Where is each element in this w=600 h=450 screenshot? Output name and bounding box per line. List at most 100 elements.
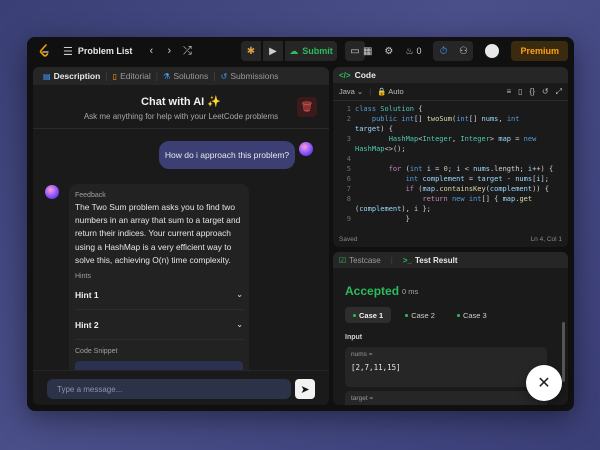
bug-icon: ✱	[246, 45, 256, 57]
pass-dot-icon	[405, 313, 409, 317]
code-line: HashMap <>();	[333, 145, 406, 155]
send-icon: ➤	[300, 383, 310, 396]
hint-label: Hint 2	[75, 319, 99, 330]
hints-label: Hints	[75, 273, 91, 281]
shuffle-icon[interactable]: ⤮	[178, 45, 196, 58]
tab-description[interactable]: ▤ Description	[38, 71, 105, 81]
case-tab-3[interactable]: Case 3	[449, 307, 495, 323]
case-label: Case 2	[411, 310, 435, 320]
timer-icon[interactable]: ⏱	[433, 46, 453, 57]
language-label: Java	[339, 87, 355, 96]
editor-tools: ≡ ▯ {} ↺ ⤢	[506, 87, 562, 97]
description-tabs: ▤ Description | ▯ Editorial | ⚗ Solution…	[33, 67, 329, 85]
code-line: target) {	[333, 125, 393, 135]
feedback-label: Feedback	[75, 192, 106, 199]
case-tab-2[interactable]: Case 2	[397, 307, 443, 323]
run-submit-group: ✱ ▶ ☁ Submit ▭	[241, 41, 365, 61]
tab-label: Description	[53, 71, 101, 81]
tab-divider: |	[390, 255, 393, 265]
tab-test-result[interactable]: >_ Test Result	[403, 256, 458, 265]
note-icon: ▭	[350, 45, 360, 57]
hint-2-toggle[interactable]: Hint 2 ⌄	[75, 310, 243, 341]
reset-icon[interactable]: ↺	[542, 87, 549, 97]
code-title: Code	[354, 70, 376, 80]
code-icon: </>	[339, 70, 351, 80]
add-user-icon[interactable]: ⚇	[453, 46, 473, 57]
submit-label: Submit	[302, 46, 333, 56]
chat-input-bar: ➤	[33, 370, 329, 405]
leetcode-logo-icon[interactable]	[37, 44, 51, 58]
document-icon: ▤	[43, 71, 51, 81]
run-button[interactable]: ▶	[263, 41, 283, 61]
code-line: 3 HashMap < Integer, Integer > map = new	[333, 135, 537, 145]
line-number: 1	[346, 105, 351, 113]
tab-submissions[interactable]: ↺ Submissions	[216, 71, 284, 81]
code-editor[interactable]: 1 class Solution { 2 public int[] twoSum(…	[333, 101, 568, 228]
save-status: Saved	[339, 235, 358, 243]
mode-label: Auto	[388, 87, 404, 96]
language-select[interactable]: Java ⌄	[339, 87, 363, 96]
tab-label: Solutions	[173, 71, 209, 81]
avatar[interactable]	[485, 44, 500, 58]
code-line: 5 for (int i = 0; i < nums .length; i ++) …	[333, 165, 553, 175]
clear-chat-button[interactable]: 🗑	[297, 97, 317, 117]
mode-toggle[interactable]: 🔒 Auto	[377, 87, 403, 96]
chat-header: Chat with AI ✨ Ask me anything for help …	[33, 87, 329, 129]
line-number: 7	[346, 185, 351, 193]
premium-button[interactable]: Premium	[511, 41, 568, 61]
gear-icon[interactable]: ⚙	[384, 46, 393, 57]
param-name: nums =	[351, 351, 373, 358]
param-name: target =	[351, 395, 374, 402]
input-label: Input	[345, 334, 363, 341]
message-input[interactable]	[47, 379, 291, 399]
user-message: How do i approach this problem?	[159, 141, 295, 169]
case-tab-1[interactable]: Case 1	[345, 307, 392, 323]
user-avatar	[299, 142, 313, 156]
line-number: 4	[346, 155, 351, 163]
submit-button[interactable]: ☁ Submit	[285, 41, 337, 61]
tab-testcase[interactable]: ☑ Testcase	[339, 256, 381, 265]
history-icon: ↺	[220, 71, 228, 81]
tab-editorial[interactable]: ▯ Editorial	[108, 71, 156, 81]
code-panel-header: </> Code	[333, 67, 568, 83]
case-tabs: Case 1 Case 2 Case 3	[345, 307, 495, 323]
code-line: 4	[333, 155, 355, 165]
tab-label: Submissions	[230, 71, 279, 81]
layout-icon[interactable]: ▦	[363, 46, 372, 57]
close-chat-button[interactable]: ✕	[526, 365, 562, 401]
list-icon[interactable]: ☰	[63, 45, 73, 58]
param-target: target =	[345, 391, 547, 405]
line-number: 3	[346, 135, 351, 143]
trash-icon: 🗑	[300, 101, 314, 113]
bookmark-icon[interactable]: ▯	[518, 87, 522, 97]
debug-button[interactable]: ✱	[241, 41, 261, 61]
code-line: 8 return new int[] { map. get	[333, 195, 532, 205]
code-line: 7 if (map. containsKey(complement)) {	[333, 185, 549, 195]
line-number: 2	[346, 115, 351, 123]
case-label: Case 3	[462, 310, 487, 320]
param-value: [2,7,11,15]	[351, 363, 401, 372]
format-icon[interactable]: ≡	[506, 87, 511, 97]
tab-label: Test Result	[414, 255, 458, 265]
flask-icon: ⚗	[163, 71, 171, 81]
scrollbar[interactable]	[562, 322, 565, 382]
next-problem-button[interactable]: ›	[160, 45, 178, 57]
send-button[interactable]: ➤	[295, 379, 315, 399]
hint-1-toggle[interactable]: Hint 1 ⌄	[75, 280, 243, 311]
line-number	[333, 125, 355, 135]
code-toolbar: Java ⌄ | 🔒 Auto ≡ ▯ {} ↺ ⤢	[333, 83, 568, 101]
checkbox-icon: ☑	[339, 255, 347, 265]
problem-list-link[interactable]: Problem List	[78, 46, 133, 56]
code-line: 9 }	[333, 215, 410, 225]
prev-problem-button[interactable]: ‹	[142, 45, 160, 57]
braces-icon[interactable]: {}	[530, 87, 535, 97]
flame-icon: ♨	[405, 45, 414, 56]
chat-title: Chat with AI ✨	[141, 96, 221, 108]
snippet-label: Code Snippet	[75, 348, 118, 356]
expand-icon[interactable]: ⤢	[556, 87, 562, 97]
tab-solutions[interactable]: ⚗ Solutions	[158, 71, 213, 81]
streak-counter[interactable]: ♨ 0	[405, 46, 421, 57]
chevron-down-icon: ⌄	[236, 290, 243, 300]
line-number: 8	[346, 195, 351, 203]
line-number: 5	[346, 165, 351, 173]
